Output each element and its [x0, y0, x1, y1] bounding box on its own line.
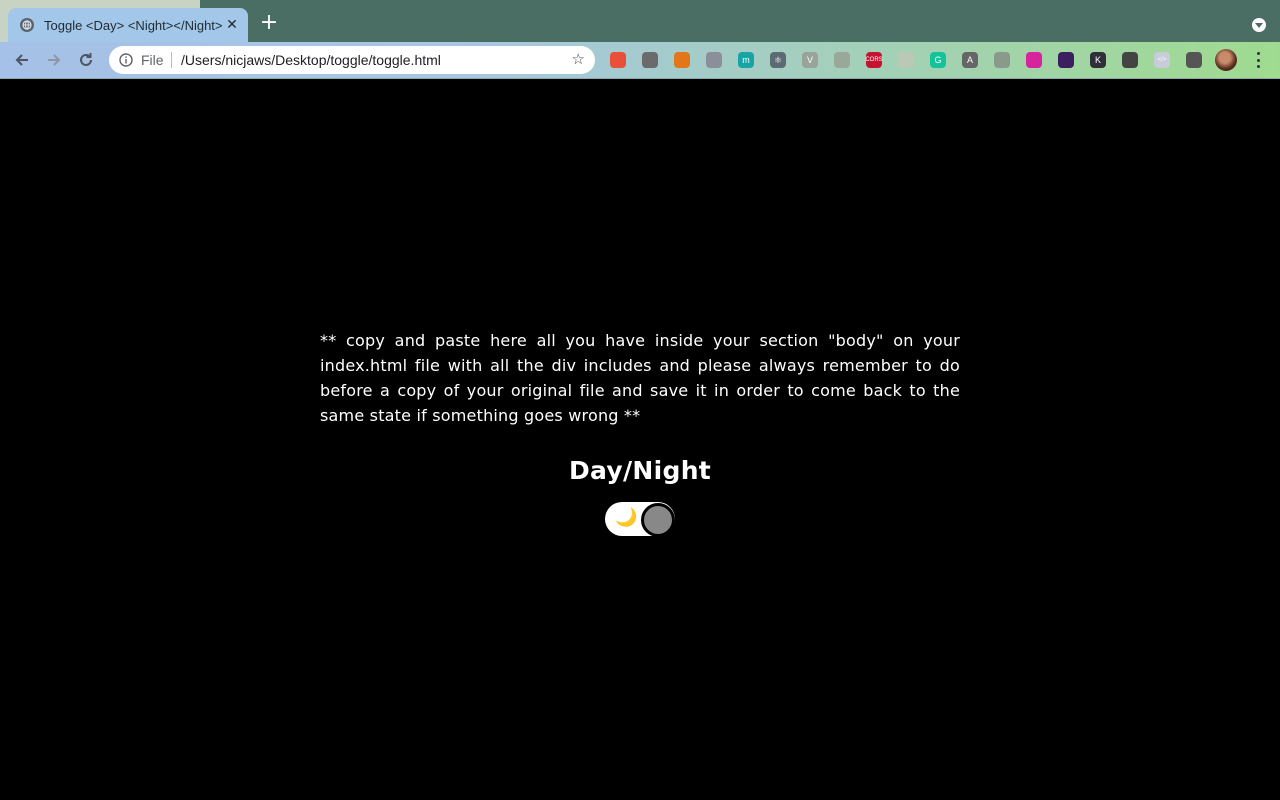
react-devtools-icon[interactable]: ⚛ [770, 52, 786, 68]
k-extension-icon[interactable]: K [1090, 52, 1106, 68]
blank-extension-icon[interactable] [898, 52, 914, 68]
browser-toolbar: File /Users/nicjaws/Desktop/toggle/toggl… [0, 42, 1280, 79]
arrow-left-icon [15, 54, 28, 66]
target-extension-icon[interactable] [834, 52, 850, 68]
moon-icon: 🌙 [615, 507, 638, 528]
chart-extension-icon[interactable] [994, 52, 1010, 68]
address-bar[interactable]: File /Users/nicjaws/Desktop/toggle/toggl… [109, 46, 595, 74]
reload-icon [80, 53, 92, 66]
browser-menu-button[interactable] [1252, 50, 1264, 70]
vue-devtools-icon[interactable]: V [802, 52, 818, 68]
close-tab-icon[interactable]: ✕ [224, 17, 240, 33]
sync-extension-icon[interactable] [706, 52, 722, 68]
code-extension-icon[interactable]: </> [1154, 52, 1170, 68]
imdb-like-extension-icon[interactable] [1058, 52, 1074, 68]
forward-button[interactable] [42, 48, 66, 72]
page-heading: Day/Night [568, 456, 712, 485]
menu-dot [1256, 52, 1260, 55]
url-text[interactable]: /Users/nicjaws/Desktop/toggle/toggle.htm… [181, 52, 441, 68]
profile-avatar[interactable] [1215, 49, 1237, 71]
metamask-extension-icon[interactable] [674, 52, 690, 68]
menu-dot [1256, 58, 1260, 62]
new-tab-button[interactable]: + [258, 12, 280, 34]
page-content: ** copy and paste here all you have insi… [320, 328, 960, 486]
a-extension-icon[interactable]: A [962, 52, 978, 68]
tab-search-icon[interactable] [1252, 18, 1266, 32]
eyedropper-extension-icon[interactable] [642, 52, 658, 68]
toggle-knob[interactable] [641, 503, 675, 537]
bookmark-star-icon[interactable]: ☆ [572, 50, 585, 68]
grammarly-extension-icon[interactable]: G [930, 52, 946, 68]
instruction-paragraph: ** copy and paste here all you have insi… [320, 331, 960, 425]
address-divider [171, 52, 172, 68]
arrow-right-icon [48, 54, 61, 66]
reload-button[interactable] [74, 48, 98, 72]
cors-extension-icon[interactable]: CORS [865, 52, 883, 68]
instagram-extension-icon[interactable] [1026, 52, 1042, 68]
square-extension-icon[interactable] [1122, 52, 1138, 68]
puzzle-extensions-icon[interactable] [1186, 52, 1202, 68]
menu-dot [1256, 65, 1260, 68]
tab-title: Toggle <Day> <Night></Night> [44, 17, 222, 33]
fire-extension-icon[interactable] [610, 52, 626, 68]
browser-tab[interactable]: Toggle <Day> <Night></Night> ✕ [8, 8, 248, 42]
m-extension-icon[interactable]: m [738, 52, 754, 68]
scheme-label: File [141, 52, 164, 68]
back-button[interactable] [10, 48, 34, 72]
globe-icon [20, 18, 34, 32]
day-night-toggle[interactable]: 🌙 [605, 502, 675, 537]
info-icon[interactable] [119, 53, 133, 67]
tab-strip: Toggle <Day> <Night></Night> ✕ + [0, 0, 1280, 42]
